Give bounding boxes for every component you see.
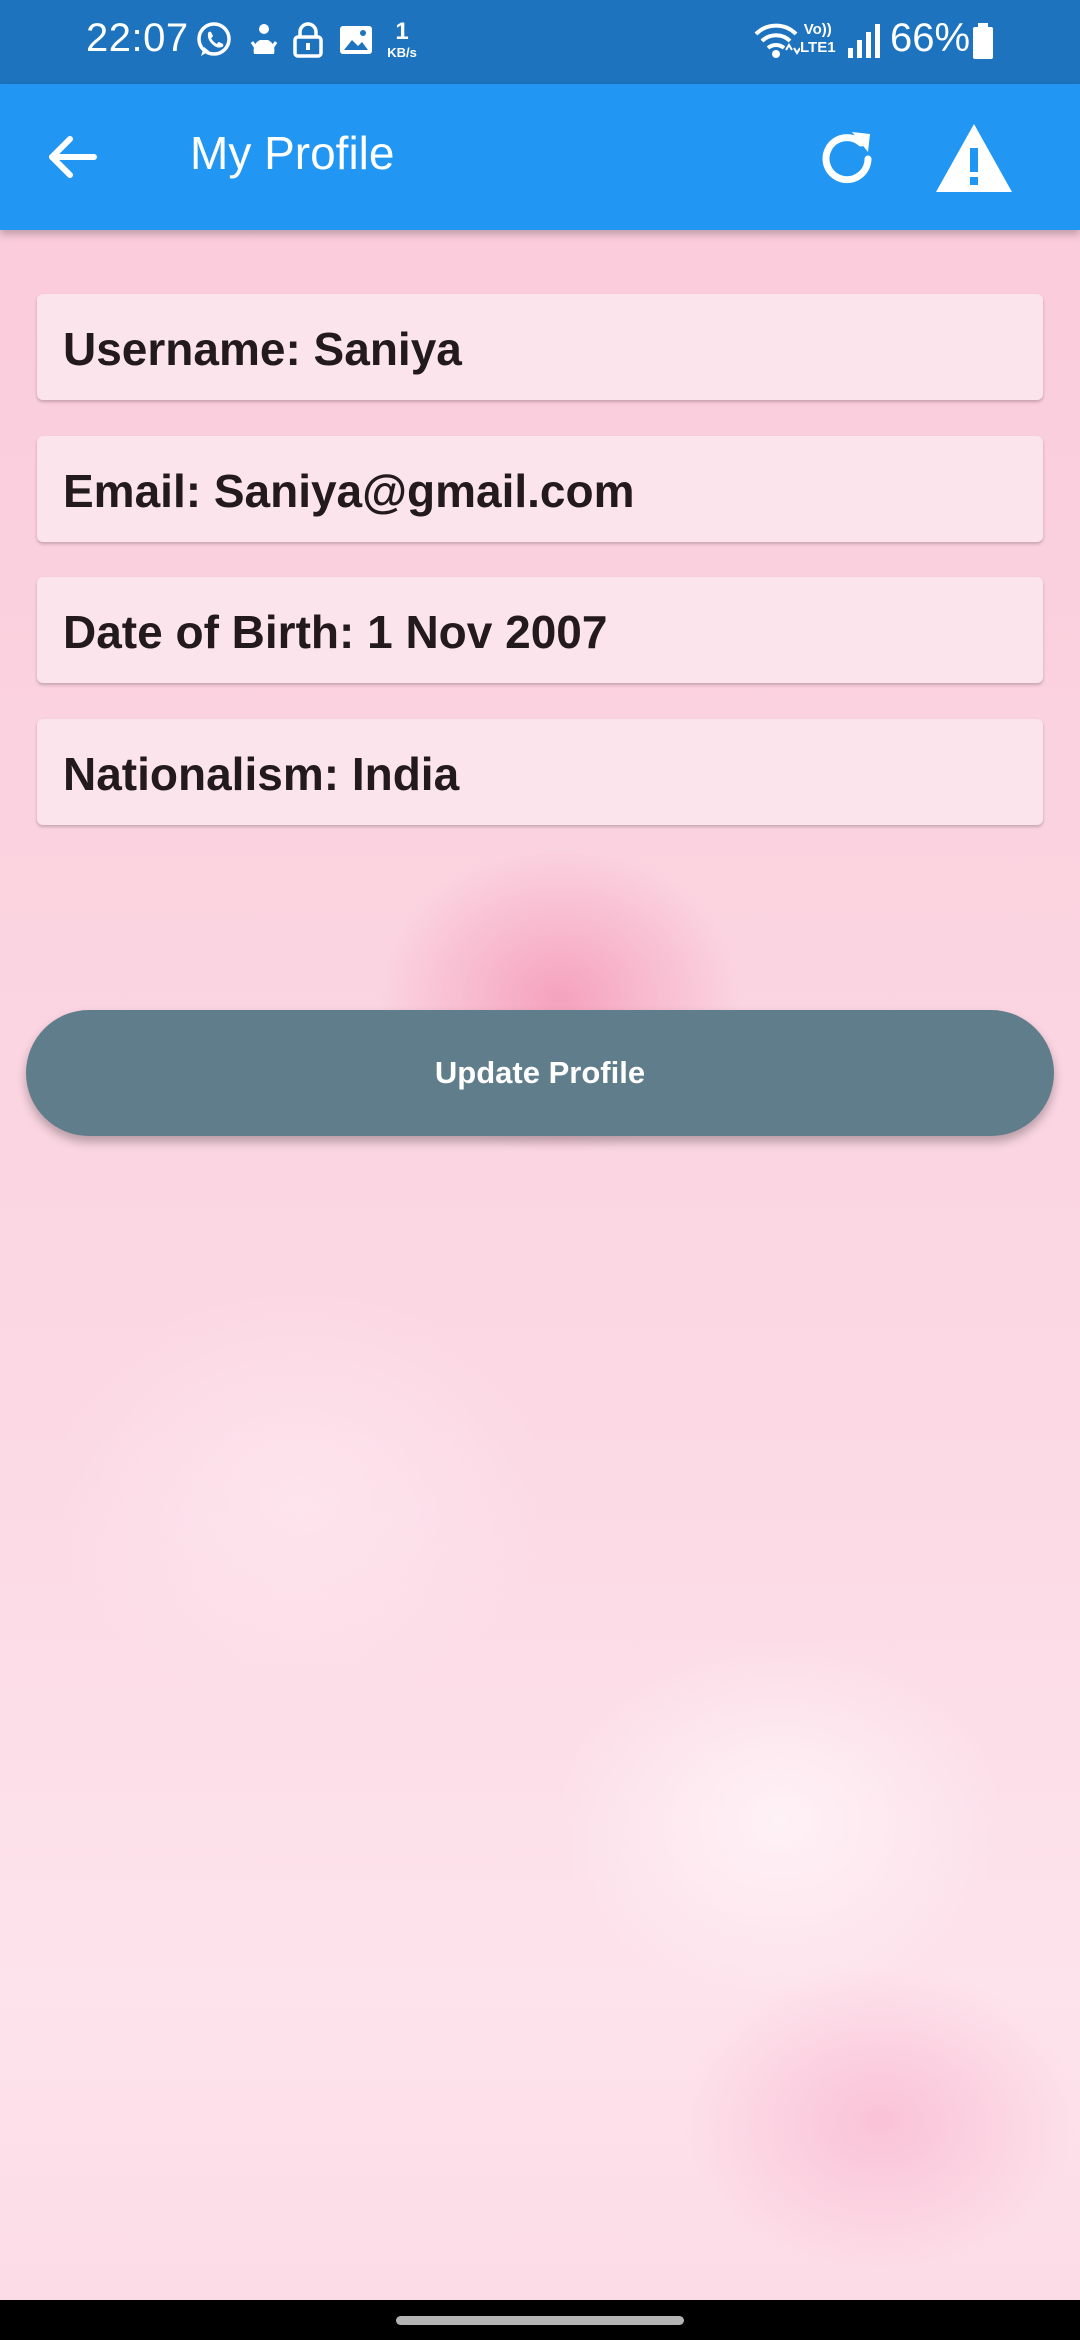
network-speed-value: 1 (395, 18, 409, 45)
app-bar: My Profile (0, 84, 1080, 230)
page-title: My Profile (190, 127, 395, 179)
wifi-icon (754, 23, 800, 58)
gallery-icon (340, 26, 372, 54)
username-card: Username: Saniya (37, 294, 1043, 400)
email-card: Email: Saniya@gmail.com (37, 436, 1043, 542)
battery-icon (973, 23, 993, 59)
nationality-card: Nationalism: India (37, 719, 1043, 825)
nationality-text: Nationalism: India (63, 748, 460, 800)
date-of-birth-text: Date of Birth: 1 Nov 2007 (63, 606, 608, 658)
warning-icon[interactable] (934, 120, 1014, 196)
network-speed-unit: KB/s (387, 45, 417, 60)
volte-label-bottom: LTE1 (800, 39, 836, 56)
email-text: Email: Saniya@gmail.com (63, 465, 635, 517)
date-of-birth-card: Date of Birth: 1 Nov 2007 (37, 577, 1043, 683)
status-bar: 22:07 1 KB/s Vo)) LTE1 66% (0, 0, 1080, 84)
notification-app-icon (250, 24, 278, 54)
status-time: 22:07 (86, 16, 189, 60)
battery-percent: 66% (890, 16, 971, 60)
navigation-bar (0, 2300, 1080, 2340)
profile-screen: 22:07 1 KB/s Vo)) LTE1 66% My Profile Us… (0, 0, 1080, 2340)
refresh-icon[interactable] (812, 124, 882, 194)
back-arrow-icon[interactable] (40, 124, 106, 190)
update-profile-button[interactable]: Update Profile (26, 1010, 1054, 1136)
whatsapp-icon (197, 22, 231, 56)
username-text: Username: Saniya (63, 323, 462, 375)
network-speed: 1 KB/s (382, 18, 422, 60)
signal-icon (848, 24, 880, 58)
volte-indicator: Vo)) LTE1 (800, 22, 836, 55)
home-indicator[interactable] (396, 2316, 684, 2325)
lock-icon (293, 22, 323, 58)
volte-label-top: Vo)) (803, 21, 832, 38)
